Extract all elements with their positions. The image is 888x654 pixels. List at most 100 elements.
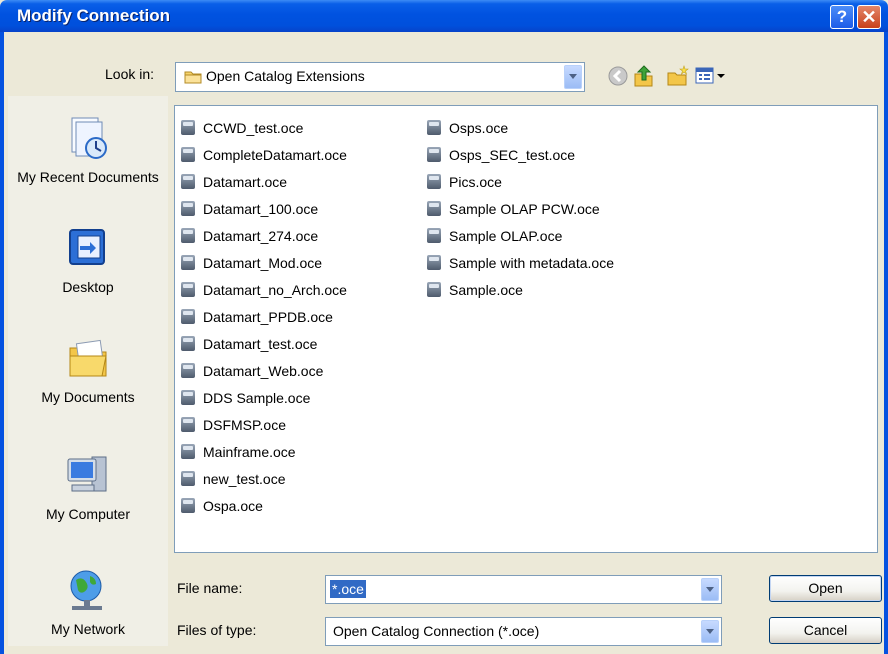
file-name: Datamart_PPDB.oce (203, 308, 333, 325)
file-name: Sample.oce (449, 281, 523, 298)
file-item[interactable]: Datamart_no_Arch.oce (181, 276, 347, 303)
file-item[interactable]: Osps.oce (427, 114, 614, 141)
file-name-input[interactable]: *.oce (325, 575, 722, 604)
file-name: Osps.oce (449, 119, 509, 136)
place-my-recent-documents[interactable]: My Recent Documents (8, 114, 168, 185)
oce-file-icon (427, 147, 441, 162)
oce-file-icon (181, 498, 195, 513)
oce-file-icon (181, 390, 195, 405)
oce-file-icon (181, 201, 195, 216)
file-item[interactable]: DDS Sample.oce (181, 384, 347, 411)
oce-file-icon (181, 120, 195, 135)
file-name: Datamart_test.oce (203, 335, 318, 352)
oce-file-icon (181, 336, 195, 351)
file-column-2: Osps.oce Osps_SEC_test.oce Pics.oce Samp… (427, 114, 614, 303)
file-column-1: CCWD_test.oce CompleteDatamart.oce Datam… (181, 114, 347, 519)
file-list[interactable]: CCWD_test.oce CompleteDatamart.oce Datam… (174, 105, 878, 553)
chevron-down-icon[interactable] (564, 65, 582, 89)
oce-file-icon (181, 282, 195, 297)
place-label: My Documents (41, 389, 135, 405)
desktop-icon (69, 229, 105, 265)
oce-file-icon (181, 417, 195, 432)
file-item[interactable]: DSFMSP.oce (181, 411, 347, 438)
places-bar: My Recent Documents Desktop My Documents… (8, 96, 168, 646)
window-frame-left (0, 32, 4, 654)
files-of-type-label: Files of type: (177, 622, 257, 638)
place-desktop[interactable]: Desktop (8, 224, 168, 295)
file-item[interactable]: Sample with metadata.oce (427, 249, 614, 276)
oce-file-icon (181, 255, 195, 270)
file-name: Sample with metadata.oce (449, 254, 614, 271)
file-name-label: File name: (177, 580, 243, 596)
oce-file-icon (181, 309, 195, 324)
close-button[interactable]: ✕ (857, 5, 881, 29)
file-name: Datamart.oce (203, 173, 288, 190)
place-my-network[interactable]: My Network (8, 566, 168, 637)
files-of-type-dropdown[interactable]: Open Catalog Connection (*.oce) (325, 617, 722, 646)
file-name: DSFMSP.oce (203, 416, 286, 433)
place-my-computer[interactable]: My Computer (8, 451, 168, 522)
file-item[interactable]: Ospa.oce (181, 492, 347, 519)
file-item[interactable]: Sample OLAP.oce (427, 222, 614, 249)
oce-file-icon (427, 201, 441, 216)
file-item[interactable]: Sample OLAP PCW.oce (427, 195, 614, 222)
file-item[interactable]: CompleteDatamart.oce (181, 141, 347, 168)
help-button[interactable]: ? (830, 5, 854, 29)
my-computer-icon (67, 456, 107, 492)
file-item[interactable]: Datamart.oce (181, 168, 347, 195)
network-icon (70, 570, 102, 610)
oce-file-icon (181, 147, 195, 162)
file-name: Ospa.oce (203, 497, 263, 514)
file-name: Datamart_no_Arch.oce (203, 281, 347, 298)
recent-documents-icon (71, 117, 107, 159)
file-name: Datamart_100.oce (203, 200, 319, 217)
look-in-dropdown[interactable]: Open Catalog Extensions (175, 62, 585, 92)
chevron-down-icon[interactable] (701, 578, 719, 601)
file-name-value: *.oce (330, 580, 366, 598)
oce-file-icon (181, 444, 195, 459)
file-item[interactable]: Datamart_Web.oce (181, 357, 347, 384)
oce-file-icon (427, 228, 441, 243)
oce-file-icon (181, 228, 195, 243)
file-item[interactable]: Datamart_100.oce (181, 195, 347, 222)
cancel-button[interactable]: Cancel (769, 617, 882, 644)
file-name: Datamart_274.oce (203, 227, 319, 244)
file-name: Pics.oce (449, 173, 502, 190)
file-item[interactable]: Datamart_PPDB.oce (181, 303, 347, 330)
file-item[interactable]: CCWD_test.oce (181, 114, 347, 141)
files-of-type-value: Open Catalog Connection (*.oce) (333, 623, 540, 639)
back-icon[interactable] (606, 64, 630, 88)
look-in-label: Look in: (105, 66, 155, 82)
file-name: Datamart_Web.oce (203, 362, 324, 379)
file-item[interactable]: Datamart_Mod.oce (181, 249, 347, 276)
file-name: CompleteDatamart.oce (203, 146, 347, 163)
place-label: Desktop (62, 279, 114, 295)
oce-file-icon (427, 174, 441, 189)
file-item[interactable]: new_test.oce (181, 465, 347, 492)
place-my-documents[interactable]: My Documents (8, 334, 168, 405)
window-frame-right (884, 32, 888, 654)
folder-icon (184, 71, 202, 84)
oce-file-icon (181, 471, 195, 486)
file-item[interactable]: Mainframe.oce (181, 438, 347, 465)
file-item[interactable]: Datamart_test.oce (181, 330, 347, 357)
place-label: My Recent Documents (17, 169, 159, 185)
file-name: Datamart_Mod.oce (203, 254, 323, 271)
oce-file-icon (181, 363, 195, 378)
file-item[interactable]: Sample.oce (427, 276, 614, 303)
file-item[interactable]: Datamart_274.oce (181, 222, 347, 249)
title-bar: Modify Connection ? ✕ (0, 0, 888, 32)
file-name: Osps_SEC_test.oce (449, 146, 576, 163)
new-folder-icon[interactable] (666, 64, 690, 88)
views-menu-icon[interactable] (694, 64, 728, 88)
file-item[interactable]: Osps_SEC_test.oce (427, 141, 614, 168)
file-name: DDS Sample.oce (203, 389, 311, 406)
up-folder-icon[interactable] (632, 64, 656, 88)
file-item[interactable]: Pics.oce (427, 168, 614, 195)
oce-file-icon (427, 120, 441, 135)
oce-file-icon (181, 174, 195, 189)
window-title: Modify Connection (17, 6, 170, 25)
look-in-value: Open Catalog Extensions (206, 68, 365, 84)
chevron-down-icon[interactable] (701, 620, 719, 643)
open-button[interactable]: Open (769, 575, 882, 602)
